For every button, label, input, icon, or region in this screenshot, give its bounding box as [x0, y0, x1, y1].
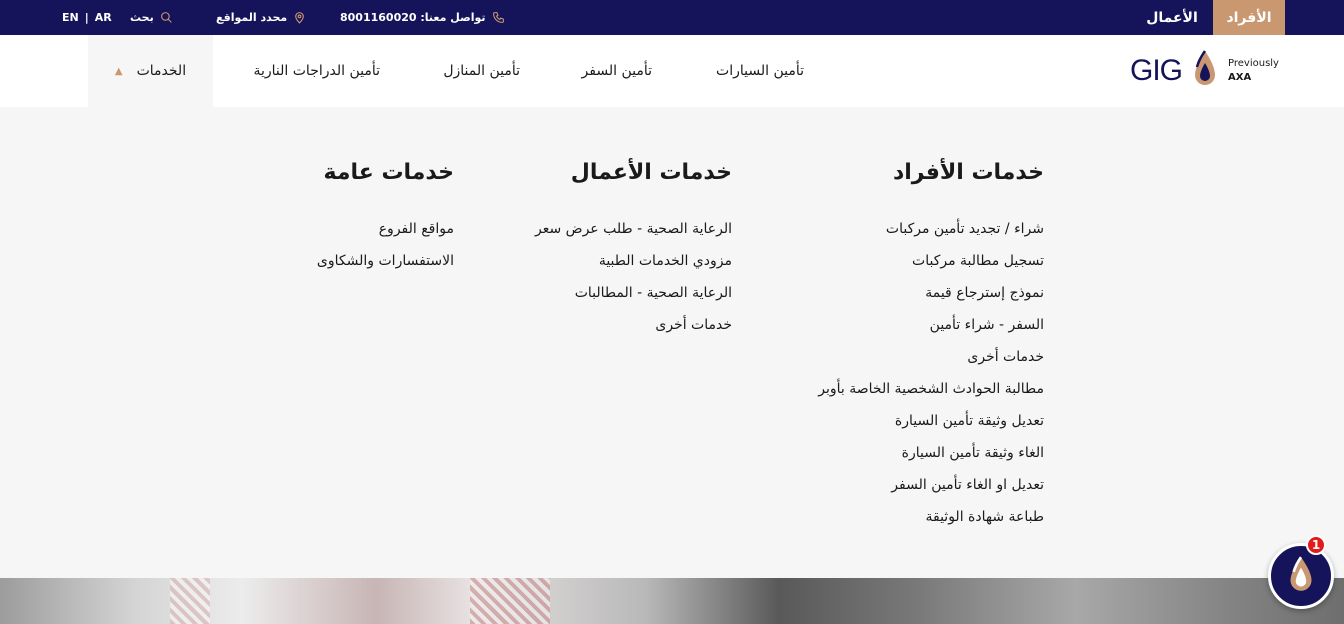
hero-image-detail: [470, 578, 550, 624]
menu-item[interactable]: الاستفسارات والشكاوى: [254, 245, 454, 277]
menu-item[interactable]: تعديل او الغاء تأمين السفر: [744, 469, 1044, 501]
lang-en-link[interactable]: EN: [62, 11, 79, 24]
menu-item[interactable]: السفر - شراء تأمين: [744, 309, 1044, 341]
segment-individuals-tab[interactable]: الأفراد: [1213, 0, 1285, 35]
nav-home-insurance[interactable]: تأمين المنازل: [443, 35, 520, 107]
search-link[interactable]: بحث: [130, 0, 173, 35]
menu-item[interactable]: مزودي الخدمات الطبية: [472, 245, 732, 277]
chevron-up-icon: ▲: [114, 65, 123, 77]
menu-title-individuals: خدمات الأفراد: [892, 160, 1044, 185]
lang-ar-link[interactable]: AR: [95, 11, 112, 24]
hero-image: [0, 578, 1344, 624]
menu-item[interactable]: الرعاية الصحية - المطالبات: [472, 277, 732, 309]
search-label: بحث: [130, 11, 154, 24]
logo-previously-axa: Previously AXA: [1228, 57, 1279, 85]
nav-services-label: الخدمات: [136, 63, 187, 79]
nav-travel-insurance[interactable]: تأمين السفر: [582, 35, 652, 107]
menu-item[interactable]: الرعاية الصحية - طلب عرض سعر: [472, 213, 732, 245]
menu-item[interactable]: تعديل وثيقة تأمين السيارة: [744, 405, 1044, 437]
top-bar: الأفراد الأعمال تواصل معنا: 8001160020 م…: [0, 0, 1344, 35]
chat-notification-badge: 1: [1306, 535, 1326, 555]
menu-title-general: خدمات عامة: [323, 160, 454, 185]
menu-column-individuals: خدمات الأفراد شراء / تجديد تأمين مركبات …: [744, 155, 1044, 533]
logo-wordmark: GIG: [1130, 54, 1183, 87]
search-icon: [160, 11, 173, 24]
menu-item[interactable]: طباعة شهادة الوثيقة: [744, 501, 1044, 533]
logo-axa-label: AXA: [1228, 72, 1252, 83]
menu-item[interactable]: شراء / تجديد تأمين مركبات: [744, 213, 1044, 245]
map-pin-icon: [293, 11, 306, 24]
nav-motorcycle-insurance[interactable]: تأمين الدراجات النارية: [253, 35, 380, 107]
gig-logo[interactable]: GIG Previously AXA: [1130, 48, 1279, 94]
lang-separator: |: [84, 11, 89, 24]
contact-link[interactable]: تواصل معنا: 8001160020: [340, 0, 505, 35]
hero-image-detail: [170, 578, 210, 624]
logo-drop-icon: [1192, 49, 1218, 93]
locator-label: محدد المواقع: [216, 11, 288, 24]
locator-link[interactable]: محدد المواقع: [216, 0, 306, 35]
language-switcher: EN | AR: [62, 0, 112, 35]
menu-item[interactable]: تسجيل مطالبة مركبات: [744, 245, 1044, 277]
menu-title-business: خدمات الأعمال: [570, 160, 732, 185]
menu-item[interactable]: الغاء وثيقة تأمين السيارة: [744, 437, 1044, 469]
menu-column-general: خدمات عامة مواقع الفروع الاستفسارات والش…: [254, 155, 454, 277]
menu-item[interactable]: خدمات أخرى: [472, 309, 732, 341]
nav-car-insurance[interactable]: تأمين السيارات: [716, 35, 804, 107]
menu-item[interactable]: نموذج إسترجاع قيمة: [744, 277, 1044, 309]
phone-icon: [492, 11, 505, 24]
nav-services[interactable]: ▲ الخدمات: [88, 35, 213, 107]
contact-label: تواصل معنا: 8001160020: [340, 11, 486, 24]
chat-drop-icon: [1286, 553, 1316, 599]
segment-business-tab[interactable]: الأعمال: [1140, 0, 1204, 35]
chat-widget-button[interactable]: [1268, 543, 1334, 609]
menu-item[interactable]: خدمات أخرى: [744, 341, 1044, 373]
menu-column-business: خدمات الأعمال الرعاية الصحية - طلب عرض س…: [472, 155, 732, 341]
menu-item[interactable]: مطالبة الحوادث الشخصية الخاصة بأوبر: [744, 373, 1044, 405]
logo-previously-label: Previously: [1228, 58, 1279, 69]
menu-item[interactable]: مواقع الفروع: [254, 213, 454, 245]
